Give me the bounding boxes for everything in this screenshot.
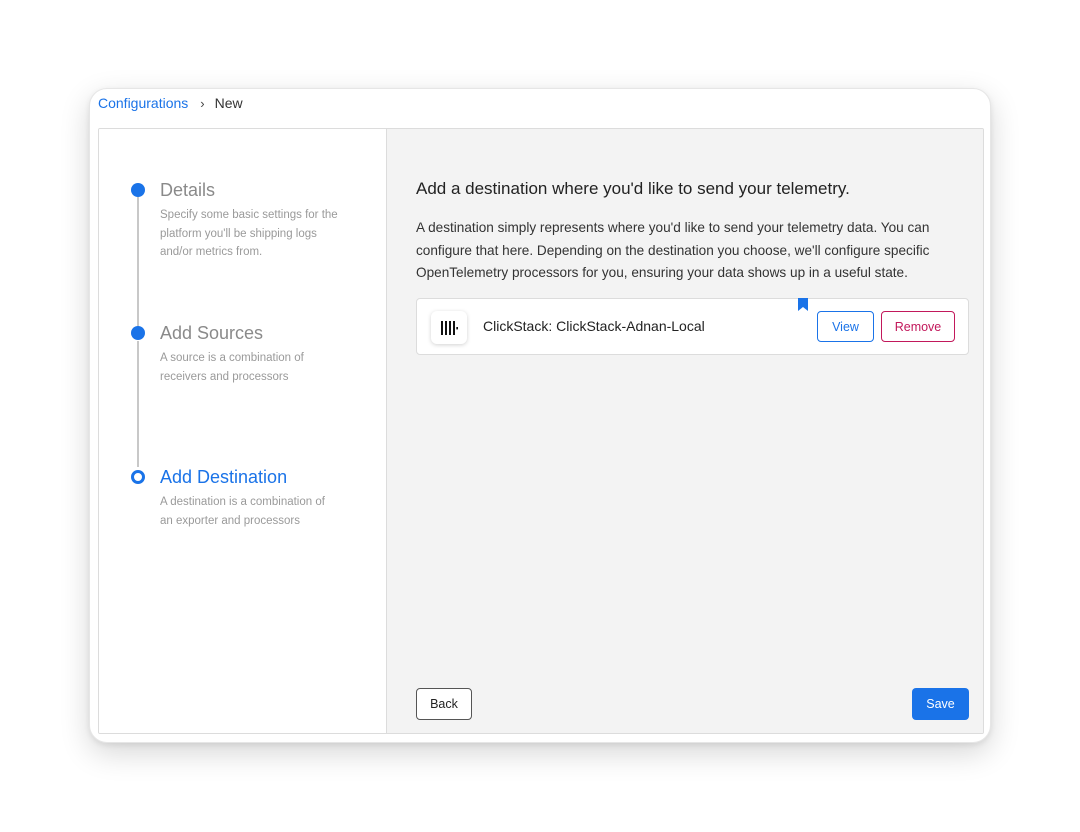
step-details: Details Specify some basic settings for … bbox=[131, 180, 351, 262]
clickstack-logo-icon bbox=[431, 311, 467, 344]
step-current-dot-icon bbox=[131, 470, 145, 484]
bookmark-icon bbox=[798, 298, 808, 311]
page-heading: Add a destination where you'd like to se… bbox=[416, 179, 850, 198]
wizard-panel: Details Specify some basic settings for … bbox=[98, 128, 984, 734]
breadcrumb-current: New bbox=[214, 95, 243, 111]
steps-sidebar: Details Specify some basic settings for … bbox=[99, 129, 387, 733]
step-add-sources: Add Sources A source is a combination of… bbox=[131, 323, 351, 386]
step-description: A source is a combination of receivers a… bbox=[160, 352, 304, 383]
step-title: Details bbox=[160, 180, 216, 200]
step-title: Add Sources bbox=[160, 323, 264, 343]
step-title: Add Destination bbox=[160, 467, 288, 487]
main-content: Add a destination where you'd like to se… bbox=[387, 129, 983, 733]
destination-card: ClickStack: ClickStack-Adnan-Local View … bbox=[416, 298, 969, 355]
step-description: Specify some basic settings for the plat… bbox=[160, 209, 338, 258]
app-window: Configurations › New Details Specify som… bbox=[89, 88, 991, 743]
breadcrumb: Configurations › New bbox=[98, 95, 243, 111]
step-add-destination: Add Destination A destination is a combi… bbox=[131, 467, 351, 530]
breadcrumb-configurations-link[interactable]: Configurations bbox=[98, 95, 188, 111]
remove-destination-button[interactable]: Remove bbox=[881, 311, 955, 342]
step-complete-dot-icon bbox=[131, 183, 145, 197]
step-description: A destination is a combination of an exp… bbox=[160, 496, 325, 527]
save-button[interactable]: Save bbox=[912, 688, 969, 720]
step-complete-dot-icon bbox=[131, 326, 145, 340]
view-destination-button[interactable]: View bbox=[817, 311, 874, 342]
breadcrumb-separator: › bbox=[200, 95, 205, 111]
intro-text: A destination simply represents where yo… bbox=[416, 220, 930, 280]
back-button[interactable]: Back bbox=[416, 688, 472, 720]
destination-name: ClickStack: ClickStack-Adnan-Local bbox=[483, 318, 705, 334]
